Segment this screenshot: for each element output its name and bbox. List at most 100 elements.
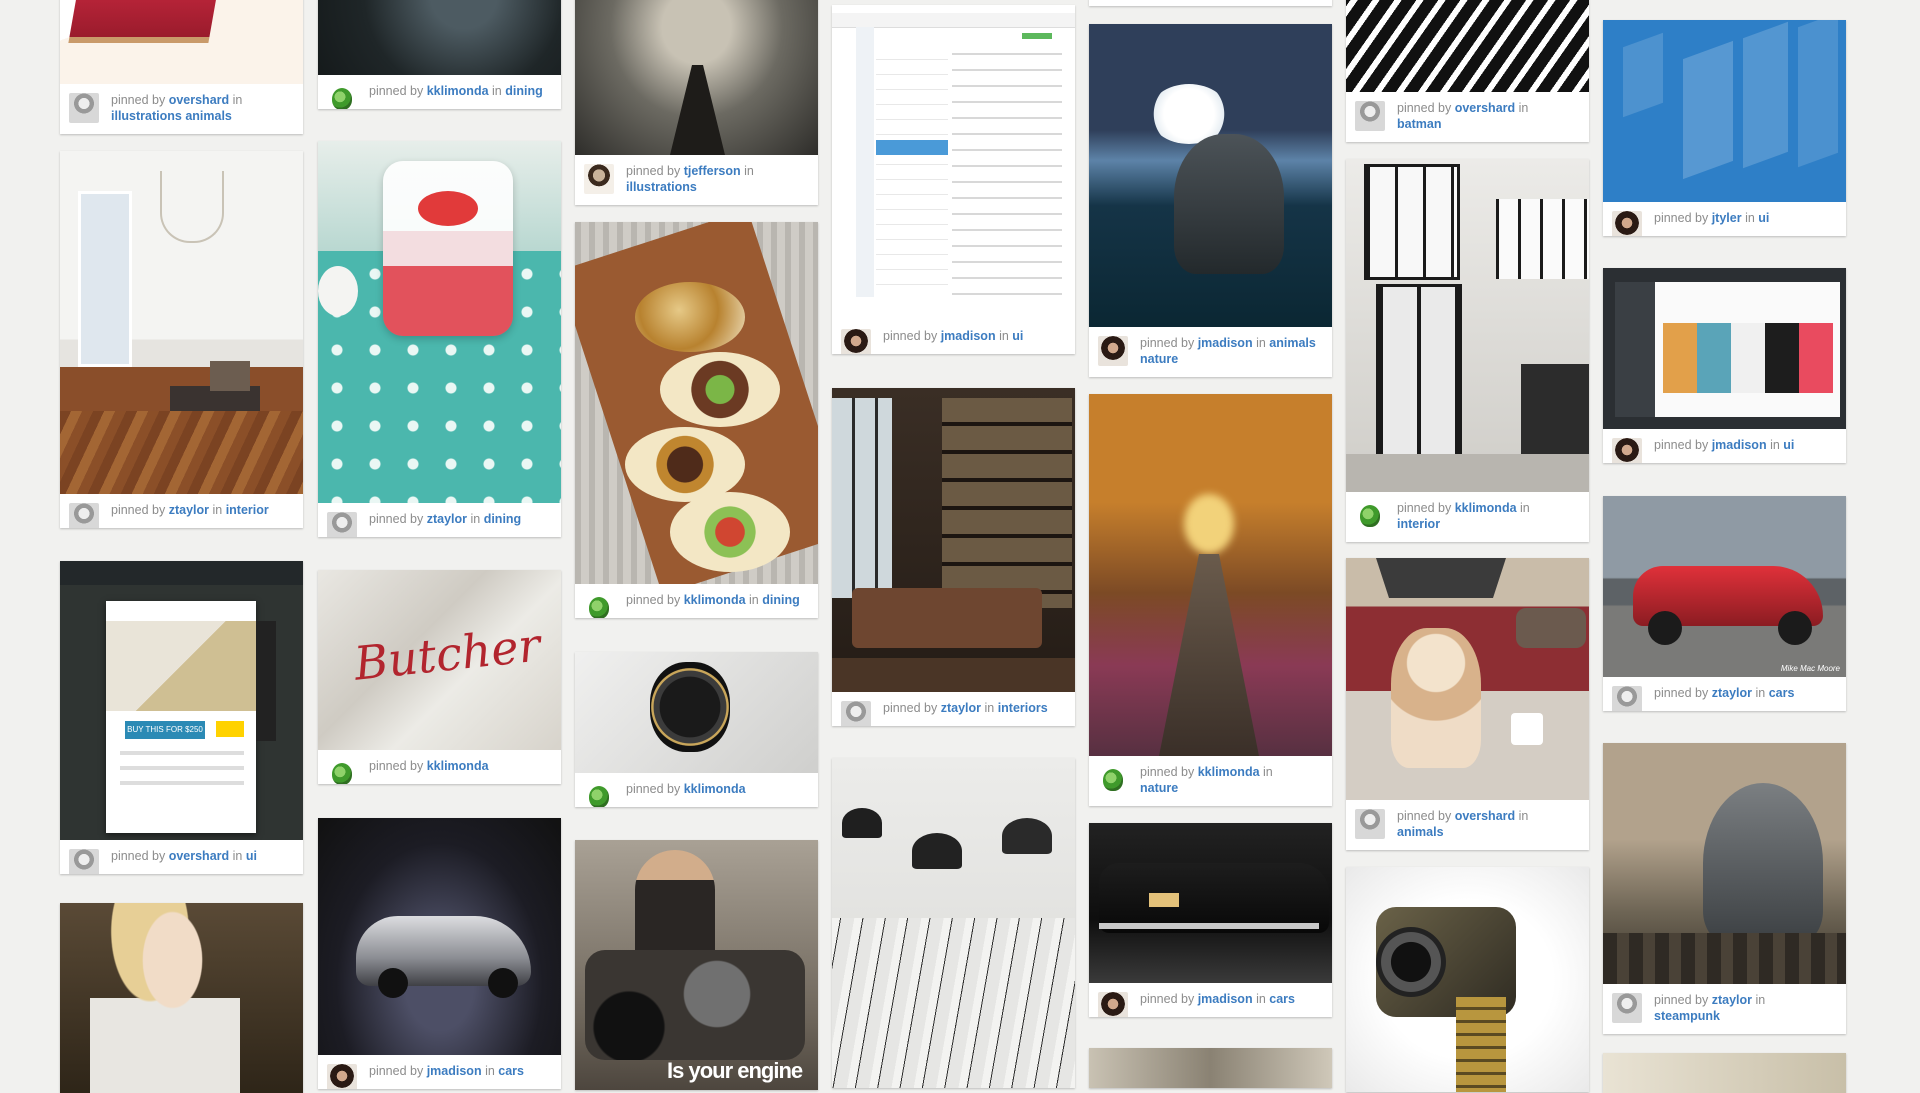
- avatar[interactable]: [1098, 336, 1128, 366]
- board-link[interactable]: interiors: [998, 701, 1048, 715]
- pin-card[interactable]: [60, 903, 303, 1093]
- pin-card[interactable]: pinned by kklimonda in dining: [318, 0, 561, 109]
- pin-card[interactable]: Is your engine: [575, 840, 818, 1090]
- pin-card[interactable]: pinned by kklimonda: [575, 652, 818, 807]
- pinner-link[interactable]: jmadison: [1198, 336, 1253, 350]
- pinner-link[interactable]: kklimonda: [1455, 501, 1517, 515]
- board-link[interactable]: dining: [762, 593, 800, 607]
- board-link[interactable]: illustrations animals: [111, 109, 232, 123]
- pin-image[interactable]: [1089, 24, 1332, 327]
- pin-card[interactable]: pinned by overshard in illustrations ani…: [60, 0, 303, 134]
- pin-image[interactable]: BUY THIS FOR $250: [60, 561, 303, 840]
- board-link[interactable]: animals: [1397, 825, 1444, 839]
- avatar[interactable]: [327, 512, 357, 537]
- pin-card[interactable]: pinned by jmadison in ui: [832, 5, 1075, 354]
- pin-image[interactable]: [575, 222, 818, 584]
- board-link[interactable]: dining: [484, 512, 522, 526]
- pin-card[interactable]: Mike Mac Moore pinned by ztaylor in cars: [1603, 496, 1846, 711]
- pin-card[interactable]: pinned by tjefferson in illustrations: [575, 0, 818, 205]
- board-link[interactable]: ui: [1012, 329, 1023, 343]
- pin-image[interactable]: [1346, 159, 1589, 492]
- pin-image[interactable]: [1603, 1053, 1846, 1093]
- pin-image[interactable]: [1089, 394, 1332, 756]
- pinner-link[interactable]: jmadison: [941, 329, 996, 343]
- pin-card[interactable]: [832, 758, 1075, 1088]
- avatar[interactable]: [841, 701, 871, 726]
- pin-image[interactable]: [60, 903, 303, 1093]
- pin-image[interactable]: [318, 0, 561, 75]
- pin-card[interactable]: [1603, 1053, 1846, 1093]
- board-link[interactable]: ui: [1783, 438, 1794, 452]
- avatar[interactable]: [1612, 211, 1642, 236]
- pinner-link[interactable]: tjefferson: [684, 164, 741, 178]
- pin-image[interactable]: [1603, 20, 1846, 202]
- pinner-link[interactable]: jtyler: [1712, 211, 1742, 225]
- board-link[interactable]: steampunk: [1654, 1009, 1720, 1023]
- pin-image[interactable]: [832, 758, 1075, 1088]
- avatar[interactable]: [584, 593, 614, 618]
- pin-image[interactable]: Mike Mac Moore: [1603, 496, 1846, 677]
- pin-card[interactable]: Butcher pinned by kklimonda: [318, 570, 561, 784]
- board-link[interactable]: cars: [498, 1064, 524, 1078]
- pin-card[interactable]: pinned by jtyler in ui: [1603, 20, 1846, 236]
- avatar[interactable]: [1355, 501, 1385, 531]
- avatar[interactable]: [584, 164, 614, 194]
- pinner-link[interactable]: ztaylor: [1712, 993, 1752, 1007]
- avatar[interactable]: [1612, 686, 1642, 711]
- pin-image[interactable]: [60, 0, 303, 84]
- pinner-link[interactable]: overshard: [169, 93, 229, 107]
- board-link[interactable]: ui: [1758, 211, 1769, 225]
- pin-image[interactable]: Butcher: [318, 570, 561, 750]
- avatar[interactable]: [1355, 809, 1385, 839]
- pin-image[interactable]: [1346, 867, 1589, 1092]
- avatar[interactable]: [1612, 438, 1642, 463]
- avatar[interactable]: [1098, 992, 1128, 1017]
- pinner-link[interactable]: ztaylor: [169, 503, 209, 517]
- avatar[interactable]: [841, 329, 871, 354]
- pin-image[interactable]: [1603, 743, 1846, 984]
- pinner-link[interactable]: jmadison: [1198, 992, 1253, 1006]
- pin-image[interactable]: Is your engine: [575, 840, 818, 1090]
- avatar[interactable]: [584, 782, 614, 807]
- pin-card[interactable]: pinned by jmadison in cars: [1089, 823, 1332, 1017]
- pinner-link[interactable]: ztaylor: [941, 701, 981, 715]
- pin-card[interactable]: pinned by ztaylor in steampunk: [1603, 743, 1846, 1034]
- pinner-link[interactable]: kklimonda: [1198, 765, 1260, 779]
- avatar[interactable]: [69, 93, 99, 123]
- pin-card[interactable]: [1346, 867, 1589, 1092]
- pin-card[interactable]: [1089, 1048, 1332, 1088]
- pin-card[interactable]: pinned by jmadison in cars: [318, 818, 561, 1089]
- pin-image[interactable]: [1089, 823, 1332, 983]
- pinner-link[interactable]: kklimonda: [684, 593, 746, 607]
- pinner-link[interactable]: kklimonda: [427, 759, 489, 773]
- pin-card[interactable]: pinned by jmadison in ui: [1603, 268, 1846, 463]
- pin-card[interactable]: pinned by overshard in animals: [1346, 558, 1589, 850]
- pinner-link[interactable]: kklimonda: [684, 782, 746, 796]
- board-link[interactable]: batman: [1397, 117, 1441, 131]
- pin-image[interactable]: [1603, 268, 1846, 429]
- pin-card[interactable]: pinned by ztaylor in interiors: [832, 388, 1075, 726]
- pin-image[interactable]: [575, 0, 818, 155]
- board-link[interactable]: nature: [1140, 781, 1178, 795]
- pin-image[interactable]: [832, 388, 1075, 692]
- pin-image[interactable]: [832, 5, 1075, 320]
- pinner-link[interactable]: overshard: [169, 849, 229, 863]
- board-link[interactable]: ui: [246, 849, 257, 863]
- avatar[interactable]: [327, 1064, 357, 1089]
- board-link[interactable]: cars: [1769, 686, 1795, 700]
- pin-card[interactable]: [1089, 0, 1332, 6]
- board-link[interactable]: illustrations: [626, 180, 697, 194]
- pinner-link[interactable]: ztaylor: [1712, 686, 1752, 700]
- pin-image[interactable]: [318, 141, 561, 503]
- pin-card[interactable]: pinned by overshard in batman: [1346, 0, 1589, 142]
- pin-image[interactable]: [60, 151, 303, 494]
- board-link[interactable]: cars: [1269, 992, 1295, 1006]
- pin-image[interactable]: [1089, 1048, 1332, 1088]
- avatar[interactable]: [69, 849, 99, 874]
- avatar[interactable]: [1612, 993, 1642, 1023]
- pinner-link[interactable]: ztaylor: [427, 512, 467, 526]
- pin-card[interactable]: pinned by kklimonda in interior: [1346, 159, 1589, 542]
- pinner-link[interactable]: kklimonda: [427, 84, 489, 98]
- avatar[interactable]: [69, 503, 99, 528]
- pin-image[interactable]: [318, 818, 561, 1055]
